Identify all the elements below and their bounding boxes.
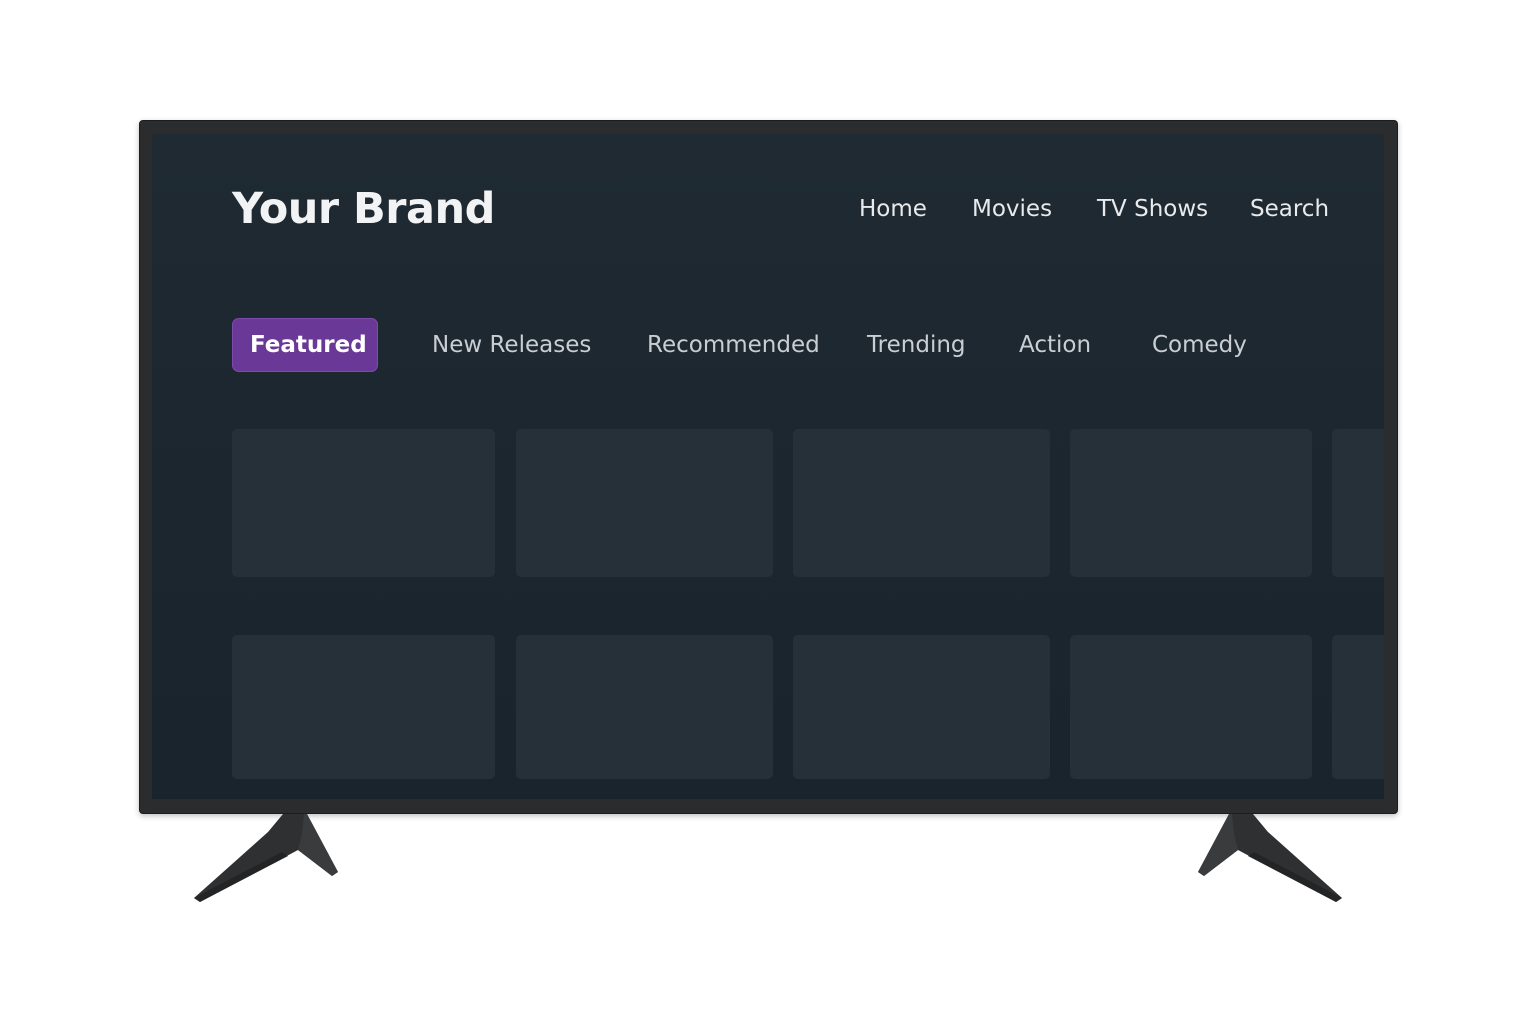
content-tile[interactable] (516, 635, 773, 779)
tab-trending[interactable]: Trending (867, 318, 966, 372)
tab-action[interactable]: Action (1019, 318, 1091, 372)
brand-logo: Your Brand (232, 184, 495, 234)
content-tile[interactable] (1070, 635, 1312, 779)
tv-screen: Your Brand Home Movies TV Shows Search F… (152, 134, 1384, 799)
nav-item-home[interactable]: Home (859, 196, 927, 222)
content-tile[interactable] (1070, 429, 1312, 577)
content-tile[interactable] (516, 429, 773, 577)
nav-item-search[interactable]: Search (1250, 196, 1329, 222)
nav-item-movies[interactable]: Movies (972, 196, 1052, 222)
content-tile[interactable] (232, 635, 495, 779)
content-tile[interactable] (1332, 635, 1384, 779)
content-tile[interactable] (793, 635, 1050, 779)
tab-recommended[interactable]: Recommended (647, 318, 820, 372)
content-tile[interactable] (1332, 429, 1384, 577)
content-tile[interactable] (793, 429, 1050, 577)
tab-featured[interactable]: Featured (232, 318, 378, 372)
nav-item-tv-shows[interactable]: TV Shows (1097, 196, 1208, 222)
tab-comedy[interactable]: Comedy (1152, 318, 1247, 372)
content-tile[interactable] (232, 429, 495, 577)
tv-stand-left (194, 814, 338, 902)
tv-stand-right (1198, 814, 1342, 902)
tab-new-releases[interactable]: New Releases (432, 318, 591, 372)
tv-scene: Your Brand Home Movies TV Shows Search F… (0, 0, 1536, 1024)
